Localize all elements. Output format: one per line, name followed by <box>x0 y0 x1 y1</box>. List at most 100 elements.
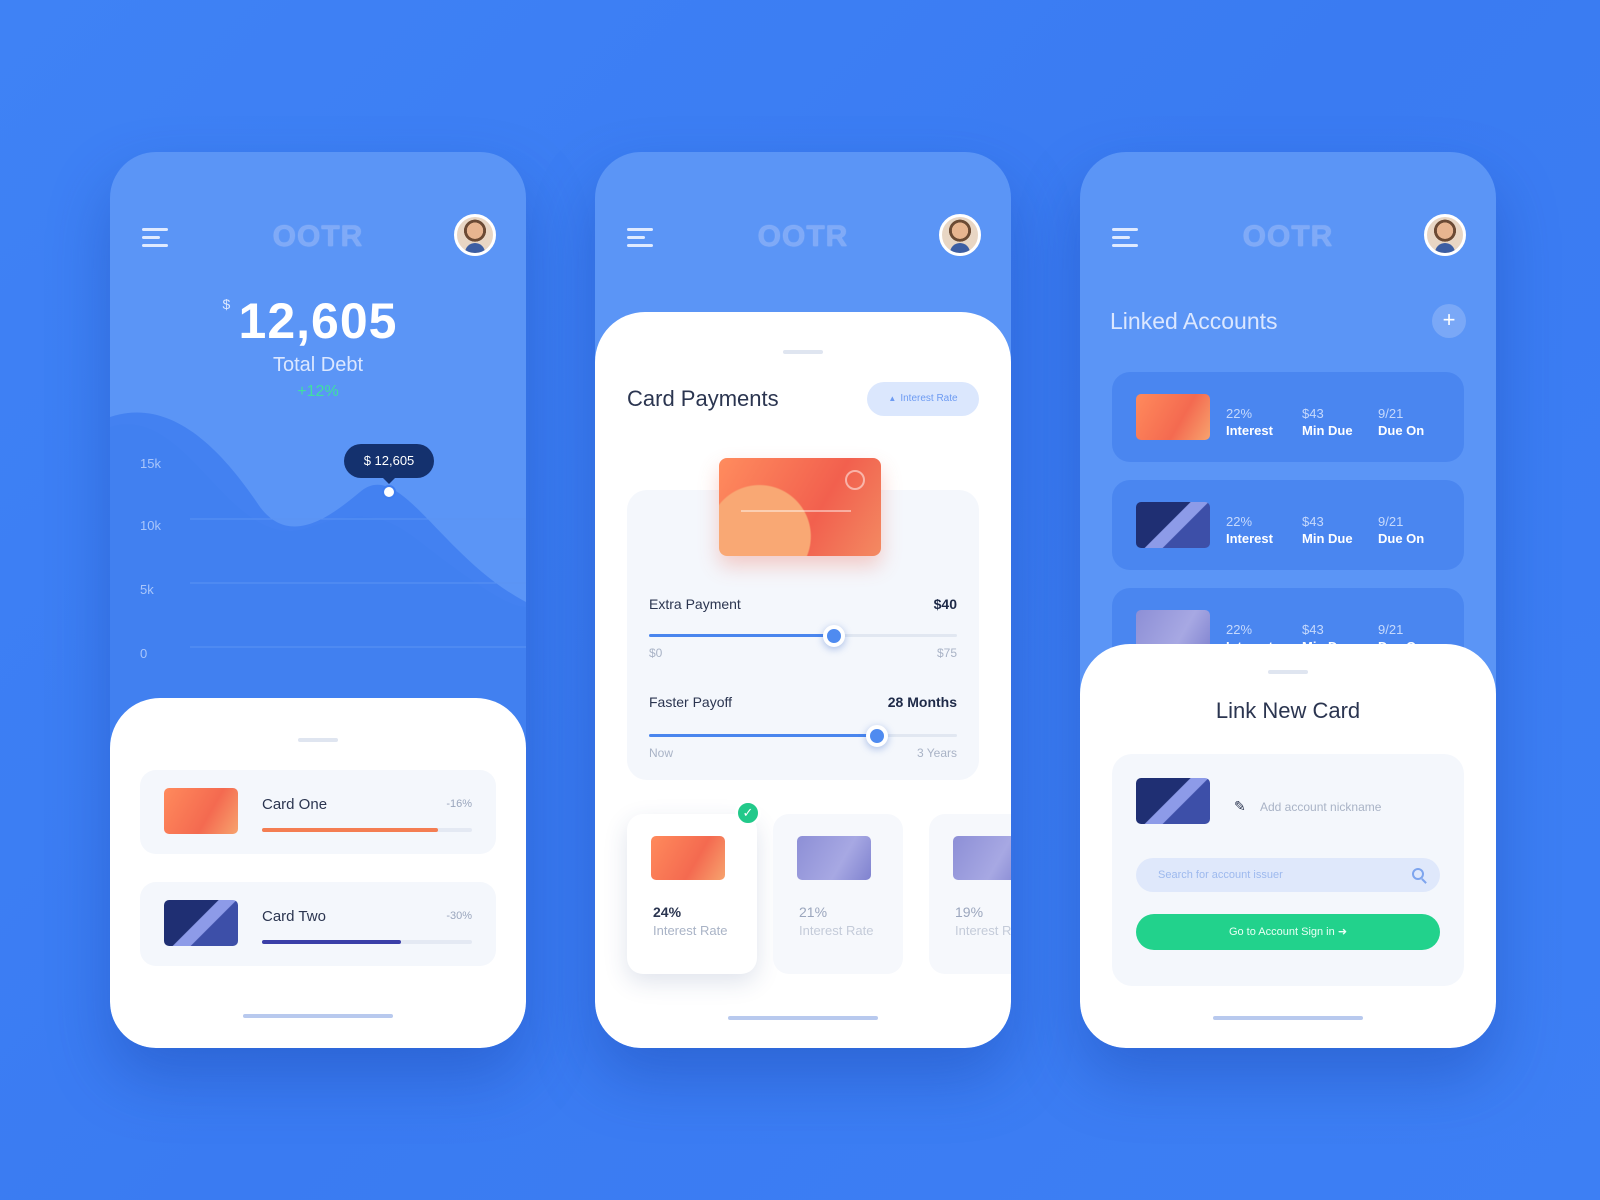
due-on-col: 9/21 Due On <box>1378 513 1424 547</box>
pencil-icon[interactable]: ✎ <box>1234 798 1246 815</box>
rate-label: Interest Rate <box>653 923 728 938</box>
sheet-handle[interactable] <box>298 738 338 742</box>
account-sign-in-button[interactable]: Go to Account Sign in ➜ <box>1136 914 1440 950</box>
nickname-input[interactable]: Add account nickname <box>1260 800 1381 814</box>
home-indicator <box>1213 1016 1363 1020</box>
min-due-col: $43 Min Due <box>1302 405 1353 439</box>
card-thumbnail <box>953 836 1011 880</box>
y-axis-label: 15k <box>140 456 161 471</box>
interest-label: Interest <box>1226 423 1273 438</box>
slider-max-label: $75 <box>936 646 957 660</box>
rate-label: Interest Rate <box>799 923 874 938</box>
interest-col: 22% Interest <box>1226 405 1273 439</box>
app-logo: OOTR <box>272 220 364 253</box>
card-thumbnail <box>164 900 238 946</box>
min-due-col: $43 Min Due <box>1302 513 1353 547</box>
avatar[interactable] <box>939 214 981 256</box>
chart-tooltip: $ 12,605 <box>344 444 434 484</box>
app-logo: OOTR <box>1242 220 1334 253</box>
interest-col: 22% Interest <box>1226 513 1273 547</box>
y-axis-label: 0 <box>140 646 148 661</box>
card-row-one[interactable]: Card One -16% <box>140 770 496 854</box>
menu-icon[interactable] <box>1112 228 1140 250</box>
app-logo: OOTR <box>757 220 849 253</box>
faster-payoff-slider[interactable] <box>649 725 957 747</box>
faster-payoff-label: Faster Payoff <box>649 694 733 710</box>
page-title: Linked Accounts <box>1110 308 1278 334</box>
card-progress-track <box>262 828 472 832</box>
home-indicator <box>728 1016 878 1020</box>
top-bar: OOTR <box>625 214 981 262</box>
min-due-label: Min Due <box>1302 531 1353 546</box>
filter-label: Interest Rate <box>900 393 958 404</box>
due-on-value: 9/21 <box>1378 514 1404 529</box>
rate-percent: 21% <box>799 904 828 920</box>
card-progress-fill <box>262 828 439 832</box>
selected-card-image <box>719 458 881 556</box>
due-on-col: 9/21 Due On <box>1378 405 1424 439</box>
check-icon: ✓ <box>735 800 761 826</box>
card-thumbnail <box>1136 502 1210 548</box>
phone-card-payments: OOTR Card Payments ▲ Interest Rate Extra … <box>595 152 1011 1048</box>
slider-knob[interactable] <box>865 725 888 747</box>
card-progress-fill <box>262 940 401 944</box>
chart-point <box>382 485 396 499</box>
total-amount-value: 12,605 <box>238 293 398 349</box>
card-thumbnail <box>797 836 871 880</box>
card-preview <box>1136 778 1210 824</box>
slider-min-label: $0 <box>649 646 663 660</box>
avatar[interactable] <box>1424 214 1466 256</box>
rate-card[interactable]: 19% Interest Rate <box>929 814 1011 974</box>
search-icon <box>1412 868 1424 880</box>
y-axis-label: 5k <box>140 582 154 597</box>
slider-min-label: Now <box>649 746 674 760</box>
phone-total-debt: OOTR $ 12,605 Total Debt +12% 15k 10k 5k… <box>110 152 526 1048</box>
interest-label: Interest <box>1226 531 1273 546</box>
due-on-value: 9/21 <box>1378 622 1404 637</box>
due-on-label: Due On <box>1378 423 1425 438</box>
extra-payment-value: $40 <box>933 596 957 612</box>
home-indicator <box>243 1014 393 1018</box>
avatar[interactable] <box>454 214 496 256</box>
arrow-right-icon: ➜ <box>1337 926 1348 938</box>
total-change: +12% <box>297 383 339 400</box>
faster-payoff-value: 28 Months <box>887 694 957 710</box>
phone-linked-accounts: OOTR Linked Accounts + 22% Interest $43 Mi… <box>1080 152 1496 1048</box>
issuer-search-input[interactable]: Search for account issuer <box>1136 858 1440 892</box>
extra-payment-slider[interactable] <box>649 625 957 647</box>
rate-card[interactable]: 21% Interest Rate <box>773 814 903 974</box>
card-thumbnail <box>651 836 725 880</box>
top-bar: OOTR <box>140 214 496 262</box>
card-change: -30% <box>446 910 472 922</box>
slider-knob[interactable] <box>822 625 845 647</box>
total-label: Total Debt <box>272 354 364 376</box>
search-placeholder: Search for account issuer <box>1158 869 1283 881</box>
card-name: Card One <box>262 796 328 813</box>
card-payments-sheet: Card Payments ▲ Interest Rate Extra Payme… <box>595 312 1011 1048</box>
card-thumbnail <box>164 788 238 834</box>
interest-rate-filter[interactable]: ▲ Interest Rate <box>867 382 979 416</box>
cards-sheet: Card One -16% Card Two -30% <box>110 698 526 1048</box>
caret-up-icon: ▲ <box>888 394 897 403</box>
currency-symbol: $ <box>222 296 232 312</box>
sheet-title: Link New Card <box>1215 698 1361 723</box>
rate-label: Interest Rate <box>955 923 1011 938</box>
rate-percent: 24% <box>653 904 682 920</box>
interest-value: 22% <box>1226 622 1253 637</box>
button-label: Go to Account Sign in <box>1228 926 1335 938</box>
slider-max-label: 3 Years <box>916 746 957 760</box>
card-row-two[interactable]: Card Two -30% <box>140 882 496 966</box>
account-row[interactable]: 22% Interest $43 Min Due 9/21 Due On <box>1112 372 1464 462</box>
add-account-button[interactable]: + <box>1432 304 1466 338</box>
rate-card[interactable]: 24% Interest Rate <box>627 814 757 974</box>
min-due-label: Min Due <box>1302 423 1353 438</box>
top-bar: OOTR <box>1110 214 1466 262</box>
card-change: -16% <box>446 798 472 810</box>
sheet-handle[interactable] <box>783 350 823 354</box>
min-due-value: $43 <box>1302 622 1324 637</box>
min-due-value: $43 <box>1302 514 1324 529</box>
menu-icon[interactable] <box>627 228 655 250</box>
menu-icon[interactable] <box>142 228 170 250</box>
account-row[interactable]: 22% Interest $43 Min Due 9/21 Due On <box>1112 480 1464 570</box>
sheet-handle[interactable] <box>1268 670 1308 674</box>
